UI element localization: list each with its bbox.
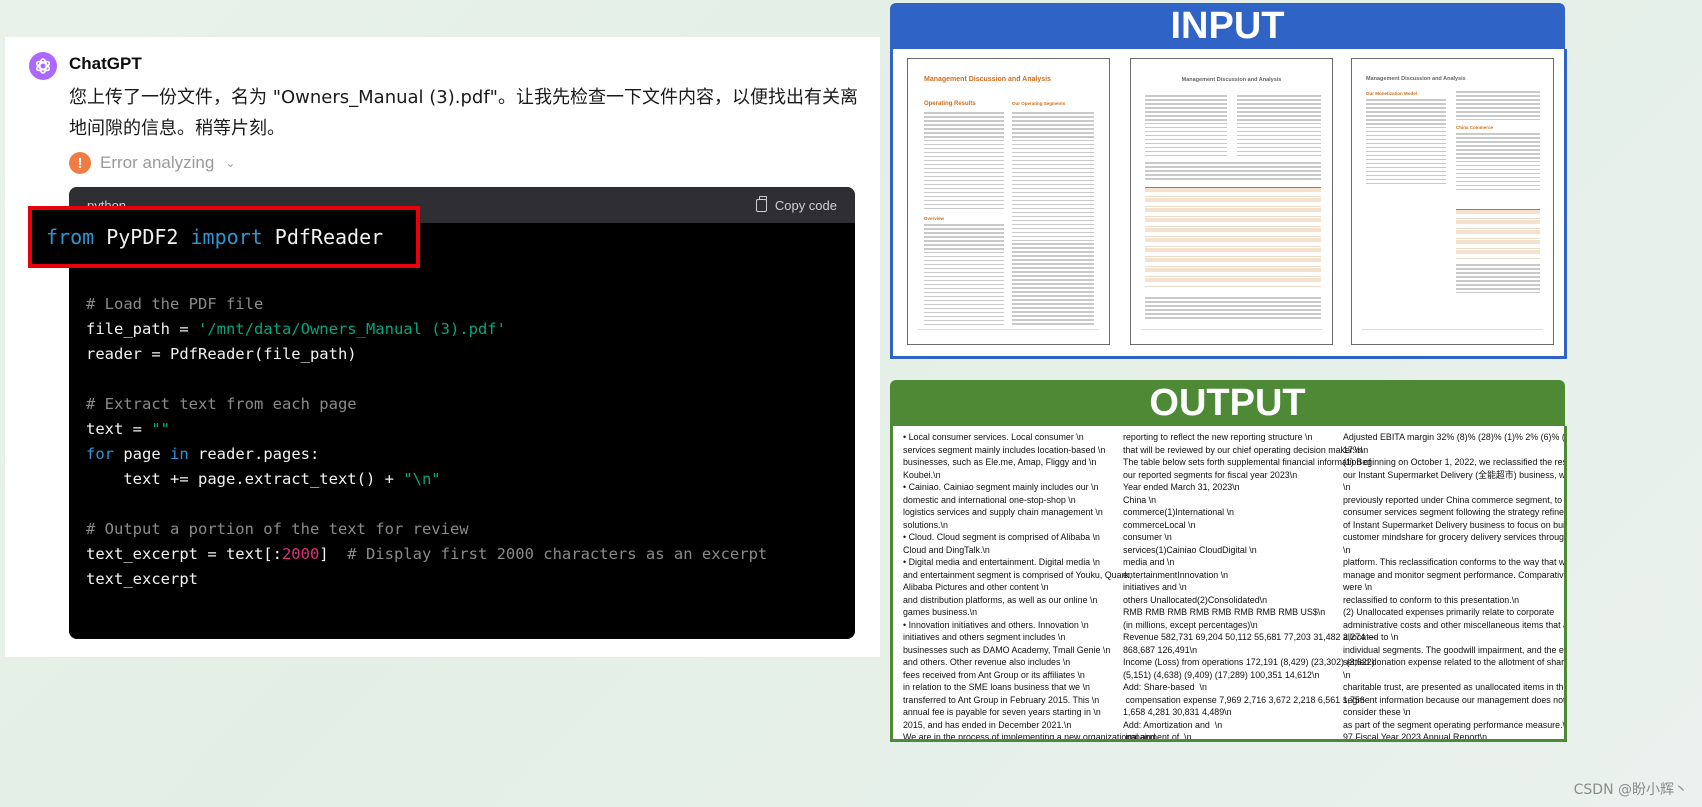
message-author: ChatGPT	[69, 54, 142, 73]
page-1-heading-overview: Overview	[924, 216, 945, 221]
code-line-excerpt-output: text_excerpt	[86, 570, 198, 588]
page-2-text-full	[1145, 162, 1321, 182]
import-line-highlight: from PyPDF2 import PdfReader	[28, 206, 420, 268]
page-3-text-left	[1366, 99, 1446, 187]
chevron-down-icon: ⌄	[225, 156, 236, 170]
copy-code-button[interactable]: Copy code	[755, 195, 837, 213]
output-text-column-3: Adjusted EBITA margin 32% (8)% (28)% (1)…	[1343, 432, 1567, 742]
copy-code-label: Copy code	[774, 197, 837, 213]
output-frame: • Local consumer services. Local consume…	[890, 426, 1567, 742]
code-line-text-init: text = ""	[86, 420, 170, 438]
output-text-column-1: • Local consumer services. Local consume…	[903, 432, 1156, 742]
chat-panel: ChatGPT 您上传了一份文件，名为 "Owners_Manual (3).p…	[5, 37, 880, 657]
document-page-3: Management Discussion and Analysis Our M…	[1351, 58, 1554, 345]
page-1-heading-segments: Our Operating Segments	[1012, 101, 1066, 106]
watermark: CSDN @盼小辉丶	[1573, 782, 1688, 798]
page-3-footnotes	[1456, 264, 1540, 296]
page-2-footnotes	[1145, 297, 1321, 321]
document-page-1: Management Discussion and Analysis Opera…	[907, 58, 1110, 345]
page-2-title: Management Discussion and Analysis	[1181, 77, 1282, 83]
chatgpt-logo-icon	[29, 52, 57, 80]
page-3-text-right-2	[1456, 133, 1540, 193]
code-line-extract: text += page.extract_text() + "\n"	[86, 470, 441, 488]
page-3-text-right	[1456, 91, 1540, 123]
page-2-text-right	[1237, 95, 1321, 159]
code-body: # Load the PDF file file_path = '/mnt/da…	[69, 223, 855, 639]
page-3-heading-china-commerce: China Commerce	[1456, 125, 1494, 130]
error-label: Error analyzing	[100, 153, 215, 172]
assistant-message: 您上传了一份文件，名为 "Owners_Manual (3).pdf"。让我先检…	[69, 87, 858, 139]
error-analyzing-toggle[interactable]: ! Error analyzing ⌄	[69, 151, 235, 175]
code-line-for-loop: for page in reader.pages:	[86, 445, 320, 463]
page-1-text-right	[1012, 112, 1094, 327]
page-1-text-left-2	[924, 224, 1004, 328]
page-3-footer	[1362, 329, 1543, 330]
page-3-heading-monetization: Our Monetization Model	[1366, 91, 1417, 96]
code-line-comment-extract: # Extract text from each page	[86, 395, 357, 413]
output-header: OUTPUT	[890, 380, 1565, 426]
clipboard-icon	[755, 195, 767, 212]
page-3-table	[1456, 209, 1540, 260]
page-2-segment-table	[1145, 187, 1321, 288]
code-line-reader: reader = PdfReader(file_path)	[86, 345, 357, 363]
page-1-heading-operating-results: Operating Results	[924, 101, 976, 107]
page-3-title: Management Discussion and Analysis	[1366, 76, 1466, 82]
page-1-text-left	[924, 112, 1004, 212]
page-1-footer	[918, 329, 1099, 330]
document-page-2: Management Discussion and Analysis	[1130, 58, 1333, 345]
input-frame: Management Discussion and Analysis Opera…	[890, 49, 1567, 359]
code-line-excerpt: text_excerpt = text[:2000] # Display fir…	[86, 545, 768, 563]
page-2-footer	[1141, 329, 1322, 330]
input-header: INPUT	[890, 3, 1565, 49]
page-1-title: Management Discussion and Analysis	[924, 76, 1051, 83]
code-line-comment-load: # Load the PDF file	[86, 295, 264, 313]
code-line-file-path: file_path = '/mnt/data/Owners_Manual (3)…	[86, 320, 506, 338]
output-text-column-2: reporting to reflect the new reporting s…	[1123, 432, 1377, 742]
page-2-text-left	[1145, 95, 1227, 159]
error-icon: !	[69, 152, 91, 174]
code-line-comment-output: # Output a portion of the text for revie…	[86, 520, 469, 538]
